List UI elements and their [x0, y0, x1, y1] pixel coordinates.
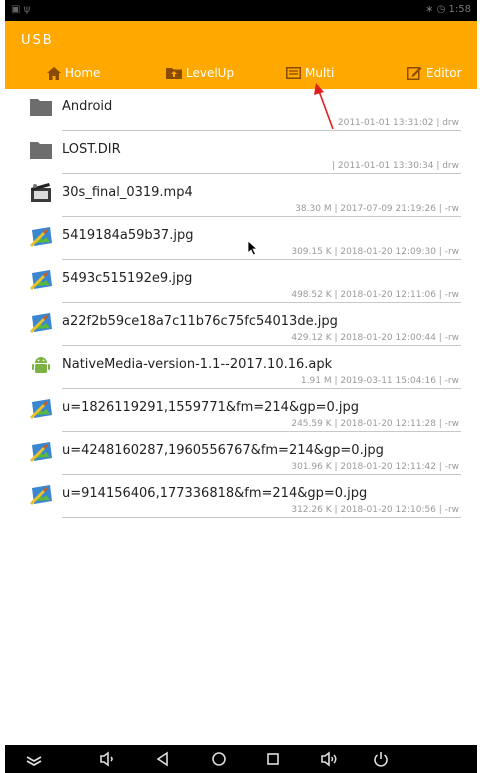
divider — [62, 216, 461, 217]
list-item[interactable]: LOST.DIR | 2011-01-01 13:30:34 | drw — [29, 132, 461, 174]
editor-button[interactable]: Editor — [407, 66, 462, 80]
file-meta: 309.15 K | 2018-01-20 12:09:30 | -rw — [291, 247, 459, 257]
volume-down-icon[interactable] — [97, 749, 117, 769]
back-icon[interactable] — [153, 749, 173, 769]
list-item[interactable]: u=914156406,177336818&fm=214&gp=0.jpg 31… — [29, 476, 461, 518]
list-item[interactable]: 30s_final_0319.mp4 38.30 M | 2017-07-09 … — [29, 175, 461, 217]
android-apk-icon — [32, 357, 50, 373]
folder-icon — [30, 99, 52, 116]
list-item[interactable]: 5419184a59b37.jpg 309.15 K | 2018-01-20 … — [29, 218, 461, 260]
status-notification-icons: ▣ ψ — [11, 4, 31, 15]
video-file-icon — [31, 183, 51, 202]
file-meta: 301.96 K | 2018-01-20 12:11:42 | -rw — [291, 462, 459, 472]
collapse-icon[interactable] — [24, 749, 44, 769]
divider — [62, 345, 461, 346]
home-circle-icon[interactable] — [209, 749, 229, 769]
file-meta: 312.26 K | 2018-01-20 12:10:56 | -rw — [291, 505, 459, 515]
folder-up-icon — [166, 68, 182, 79]
multi-button[interactable]: Multi — [286, 66, 334, 80]
image-file-icon — [30, 313, 52, 333]
file-name: u=4248160287,1960556767&fm=214&gp=0.jpg — [62, 443, 384, 458]
divider — [62, 517, 461, 518]
multi-button-label: Multi — [305, 66, 335, 80]
page-title: USB — [21, 33, 54, 48]
list-item[interactable]: 5493c515192e9.jpg 498.52 K | 2018-01-20 … — [29, 261, 461, 303]
file-meta: 1.91 M | 2019-03-11 15:04:16 | -rw — [300, 376, 459, 386]
file-name: NativeMedia-version-1.1--2017.10.16.apk — [62, 357, 333, 372]
image-file-icon — [30, 442, 52, 462]
file-name: 5493c515192e9.jpg — [62, 271, 193, 286]
file-meta: 245.59 K | 2018-01-20 12:11:28 | -rw — [291, 419, 459, 429]
file-meta: | 2011-01-01 13:30:34 | drw — [331, 161, 459, 171]
file-meta: 2011-01-01 13:31:02 | drw — [337, 118, 459, 128]
image-file-icon — [30, 399, 52, 419]
multi-select-icon — [286, 67, 301, 79]
image-file-icon — [30, 485, 52, 505]
app-header: USB Home LevelUp Multi Editor — [5, 21, 477, 89]
recents-icon[interactable] — [263, 749, 283, 769]
list-item[interactable]: NativeMedia-version-1.1--2017.10.16.apk … — [29, 347, 461, 389]
folder-icon — [30, 142, 52, 159]
list-item[interactable]: Android 2011-01-01 13:31:02 | drw — [29, 89, 461, 131]
file-name: a22f2b59ce18a7c11b76c75fc54013de.jpg — [62, 314, 338, 329]
status-bar: ▣ ψ ∗ ◷ 1:58 — [5, 0, 477, 21]
status-system-icons: ∗ ◷ 1:58 — [425, 4, 471, 15]
divider — [62, 173, 461, 174]
divider — [62, 431, 461, 432]
divider — [62, 259, 461, 260]
toolbar: Home LevelUp Multi Editor — [5, 61, 477, 89]
file-name: Android — [62, 99, 113, 114]
edit-icon — [407, 67, 422, 80]
file-name: u=1826119291,1559771&fm=214&gp=0.jpg — [62, 400, 360, 415]
system-nav-bar — [5, 745, 477, 773]
list-item[interactable]: a22f2b59ce18a7c11b76c75fc54013de.jpg 429… — [29, 304, 461, 346]
screen: ▣ ψ ∗ ◷ 1:58 USB Home LevelUp Multi Edit… — [5, 0, 477, 773]
power-icon[interactable] — [371, 749, 391, 769]
divider — [62, 302, 461, 303]
file-name: u=914156406,177336818&fm=214&gp=0.jpg — [62, 486, 368, 501]
mouse-cursor-icon — [248, 241, 259, 256]
divider — [62, 474, 461, 475]
list-item[interactable]: u=1826119291,1559771&fm=214&gp=0.jpg 245… — [29, 390, 461, 432]
file-meta: 498.52 K | 2018-01-20 12:11:06 | -rw — [291, 290, 459, 300]
home-icon — [47, 66, 61, 80]
file-name: LOST.DIR — [62, 142, 121, 157]
home-button-label: Home — [65, 66, 101, 80]
divider — [62, 130, 461, 131]
file-meta: 429.12 K | 2018-01-20 12:00:44 | -rw — [291, 333, 459, 343]
levelup-button-label: LevelUp — [186, 66, 235, 80]
image-file-icon — [30, 227, 52, 247]
home-button[interactable]: Home — [47, 66, 100, 80]
volume-up-icon[interactable] — [319, 749, 339, 769]
file-name: 30s_final_0319.mp4 — [62, 185, 193, 200]
file-name: 5419184a59b37.jpg — [62, 228, 194, 243]
list-item[interactable]: u=4248160287,1960556767&fm=214&gp=0.jpg … — [29, 433, 461, 475]
file-meta: 38.30 M | 2017-07-09 21:19:26 | -rw — [295, 204, 459, 214]
image-file-icon — [30, 270, 52, 290]
divider — [62, 388, 461, 389]
editor-button-label: Editor — [426, 66, 462, 80]
levelup-button[interactable]: LevelUp — [166, 66, 234, 80]
